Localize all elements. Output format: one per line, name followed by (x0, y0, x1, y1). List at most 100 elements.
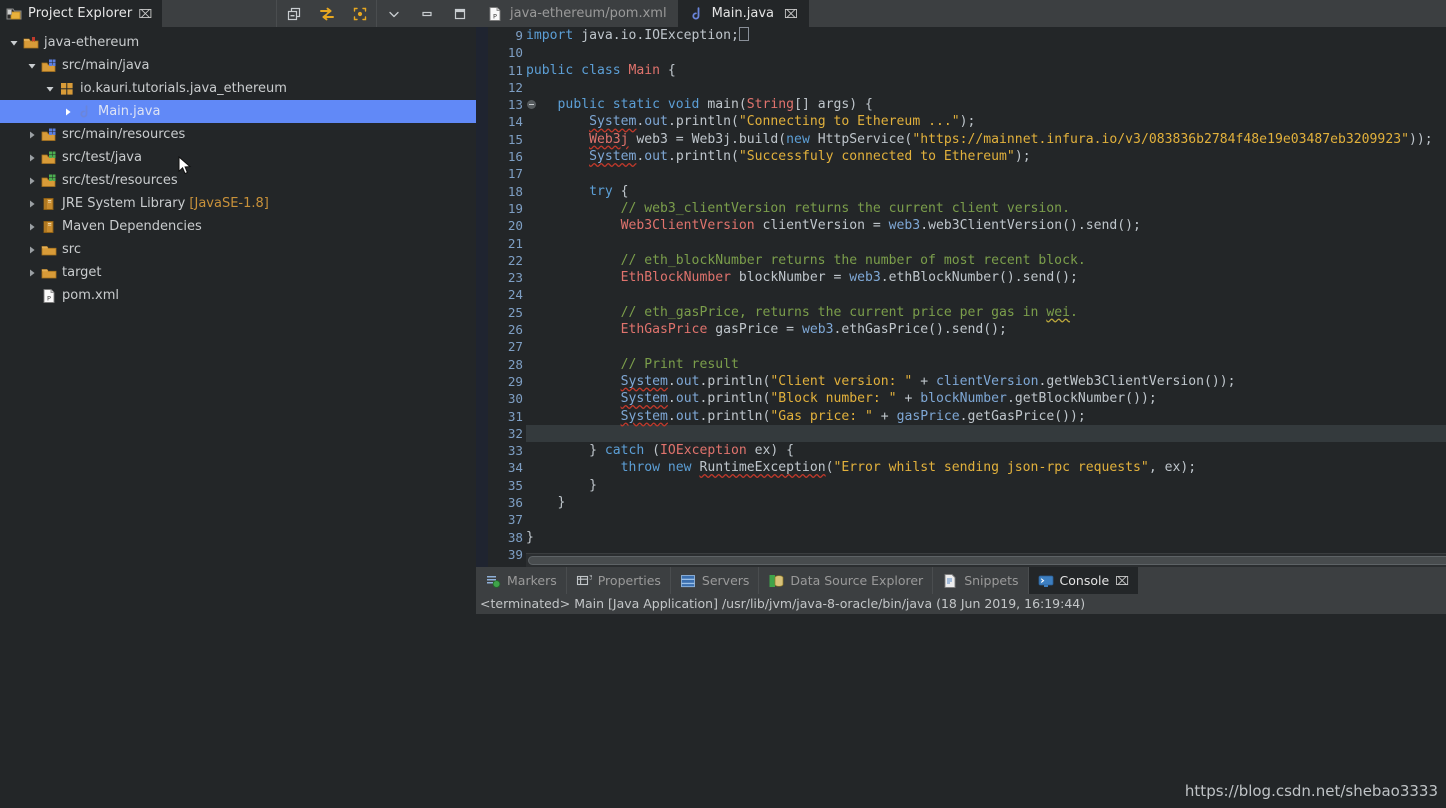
code-line[interactable]: System.out.println("Block number: " + bl… (526, 390, 1446, 407)
code-line[interactable]: } (526, 477, 1446, 494)
project-explorer-icon (6, 6, 22, 22)
plain-folder-icon (40, 238, 58, 261)
tree-item-maven-dependencies[interactable]: Maven Dependencies (0, 215, 476, 238)
code-line[interactable]: Web3j web3 = Web3j.build(new HttpService… (526, 131, 1446, 148)
tree-item-src-main-resources[interactable]: src/main/resources (0, 123, 476, 146)
tree-item-pom-xml[interactable]: Ppom.xml (0, 284, 476, 307)
code-line[interactable]: Web3ClientVersion clientVersion = web3.w… (526, 217, 1446, 234)
code-line[interactable] (526, 79, 1446, 96)
editor-horizontal-scrollbar-thumb[interactable] (528, 556, 1446, 565)
code-line[interactable]: EthGasPrice gasPrice = web3.ethGasPrice(… (526, 321, 1446, 338)
code-line[interactable]: System.out.println("Gas price: " + gasPr… (526, 408, 1446, 425)
tree-item-target[interactable]: target (0, 261, 476, 284)
chevron-right-icon[interactable] (24, 169, 40, 192)
bottom-tab-servers[interactable]: Servers (671, 567, 760, 594)
tree-item-io-kauri-tutorials-java-ethereum[interactable]: io.kauri.tutorials.java_ethereum (0, 77, 476, 100)
code-token: .getGasPrice()); (959, 408, 1086, 424)
chevron-right-icon[interactable] (24, 238, 40, 261)
code-line[interactable]: EthBlockNumber blockNumber = web3.ethBlo… (526, 269, 1446, 286)
minimize-icon[interactable] (410, 0, 443, 27)
close-icon[interactable]: ⌧ (1115, 575, 1129, 587)
code-line[interactable] (526, 44, 1446, 61)
console-output[interactable] (476, 614, 1446, 808)
bottom-tab-data-source-explorer[interactable]: Data Source Explorer (759, 567, 934, 594)
code-token: . (667, 391, 676, 407)
code-token: "Block number: " (770, 391, 897, 407)
code-line[interactable]: } (526, 494, 1446, 511)
explorer-toolbar-group-1 (276, 0, 376, 27)
code-line[interactable] (526, 338, 1446, 355)
code-line[interactable]: public static void main(String[] args) { (526, 96, 1446, 113)
code-token: ( (652, 443, 661, 459)
tree-item-src-test-resources[interactable]: src/test/resources (0, 169, 476, 192)
tree-item-src-test-java[interactable]: src/test/java (0, 146, 476, 169)
code-line[interactable]: try { (526, 183, 1446, 200)
code-line[interactable]: throw new RuntimeException("Error whilst… (526, 459, 1446, 476)
code-line[interactable]: public class Main { (526, 62, 1446, 79)
code-token: out (675, 408, 700, 424)
code-line[interactable]: import java.io.IOException; (526, 27, 1446, 44)
code-line[interactable] (526, 165, 1446, 182)
chevron-right-icon[interactable] (60, 100, 76, 123)
code-token: clientVersion (935, 373, 1039, 389)
chevron-right-icon[interactable] (24, 261, 40, 284)
code-line[interactable]: // Print result (526, 356, 1446, 373)
code-line[interactable]: System.out.println("Connecting to Ethere… (526, 113, 1446, 130)
bottom-tab-properties[interactable]: 3 Properties (567, 567, 671, 594)
code-line[interactable] (526, 424, 1446, 443)
code-line[interactable]: System.out.println("Client version: " + … (526, 373, 1446, 390)
maximize-icon[interactable] (443, 0, 476, 27)
focus-on-active-task-icon[interactable] (343, 0, 376, 27)
chevron-down-icon[interactable] (6, 31, 22, 54)
xml-file-icon: P (487, 6, 503, 22)
close-icon[interactable]: ⌧ (784, 8, 798, 20)
code-token: Web3j (589, 131, 629, 147)
tree-item-src[interactable]: src (0, 238, 476, 261)
chevron-right-icon[interactable] (24, 146, 40, 169)
editor-tab-java-ethereum-pom-xml[interactable]: Pjava-ethereum/pom.xml (476, 0, 678, 27)
bottom-tab-snippets[interactable]: Snippets (933, 567, 1029, 594)
code-line[interactable]: // eth_gasPrice, returns the current pri… (526, 304, 1446, 321)
code-editor[interactable]: 9 10 11 12 13 14 15 16 17 18 19 20 21 22 23 24 25 26 27 28 2… (476, 27, 1446, 567)
editor-code-area[interactable]: import java.io.IOException; public class… (526, 27, 1446, 567)
code-line[interactable]: // eth_blockNumber returns the number of… (526, 252, 1446, 269)
editor-horizontal-scrollbar[interactable] (526, 553, 1446, 567)
code-line[interactable] (526, 235, 1446, 252)
link-with-editor-icon[interactable] (310, 0, 343, 27)
line-number: 17 (507, 166, 523, 182)
xml-file-icon: P (40, 284, 58, 307)
project-folder-icon (22, 31, 40, 54)
view-menu-chevron-down-icon[interactable] (377, 0, 410, 27)
editor-tab-main-java[interactable]: Main.java ⌧ (677, 0, 809, 27)
bottom-tab-console[interactable]: Console ⌧ (1028, 567, 1138, 594)
editor-marker-bar[interactable] (476, 27, 488, 567)
project-explorer-tab[interactable]: Project Explorer ⌧ (0, 0, 163, 27)
code-line[interactable]: // web3_clientVersion returns the curren… (526, 200, 1446, 217)
code-line[interactable] (526, 511, 1446, 528)
code-token: "Client version: " (770, 373, 913, 389)
tree-item-jre-system-library[interactable]: JRE System Library [JavaSE-1.8] (0, 192, 476, 215)
code-line[interactable]: } catch (IOException ex) { (526, 442, 1446, 459)
tree-item-java-ethereum[interactable]: java-ethereum (0, 31, 476, 54)
chevron-down-icon[interactable] (42, 77, 58, 100)
chevron-right-icon[interactable] (24, 192, 40, 215)
tree-item-main-java[interactable]: Main.java (0, 100, 476, 123)
chevron-down-icon[interactable] (24, 54, 40, 77)
tree-item-src-main-java[interactable]: src/main/java (0, 54, 476, 77)
bottom-tab-markers[interactable]: Markers (476, 567, 567, 594)
code-line[interactable] (526, 286, 1446, 303)
chevron-right-icon[interactable] (24, 123, 40, 146)
code-token: .web3ClientVersion(). (920, 218, 1086, 234)
project-tree[interactable]: java-ethereum src/main/java io.kauri.tutor… (0, 27, 476, 808)
code-line[interactable]: System.out.println("Successfuly connecte… (526, 148, 1446, 165)
bottom-tab-label: Snippets (964, 573, 1019, 588)
code-line[interactable]: } (526, 529, 1446, 546)
close-icon[interactable]: ⌧ (138, 8, 152, 20)
chevron-right-icon[interactable] (24, 215, 40, 238)
collapse-all-icon[interactable] (277, 0, 310, 27)
twisty-placeholder (24, 284, 40, 307)
code-token: { (620, 183, 629, 199)
